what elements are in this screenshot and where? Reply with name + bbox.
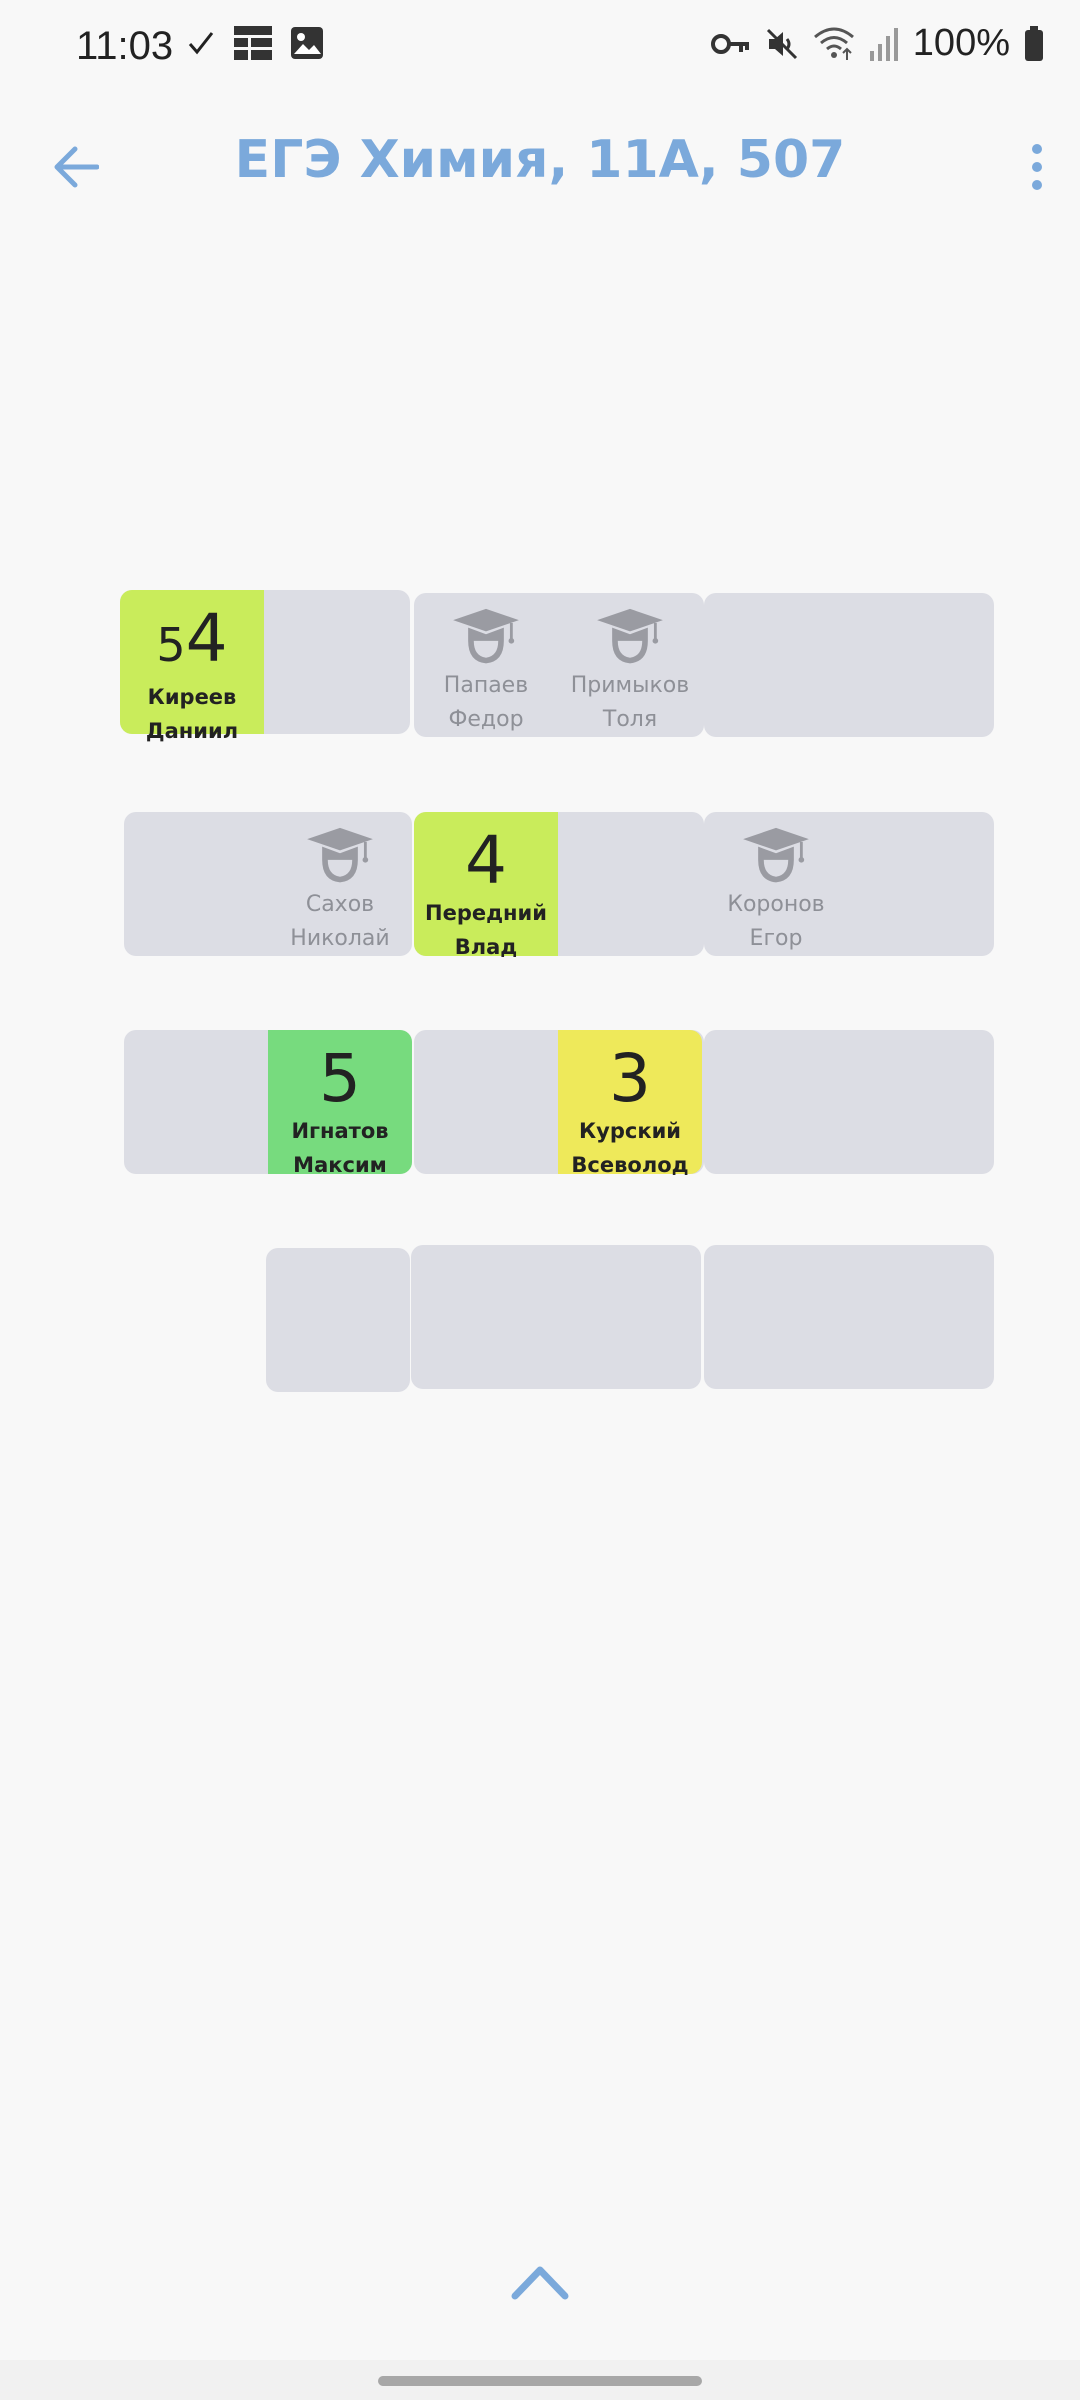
desk[interactable]: 3 Курский Всеволод: [414, 1030, 704, 1177]
empty-seat[interactable]: [704, 593, 848, 737]
status-time: 11:03: [76, 24, 174, 68]
student-cap-icon: [453, 608, 519, 664]
student-first-name: Влад: [454, 935, 518, 959]
student-last-name: Папаев: [443, 673, 529, 698]
student-first-name: Максим: [293, 1153, 387, 1177]
student-first-name: Федор: [448, 707, 524, 732]
grade-value: 54: [156, 600, 228, 677]
grade-value: 3: [609, 1040, 651, 1117]
grid-icon: [234, 26, 272, 60]
desk[interactable]: [266, 1248, 410, 1392]
student-last-name: Сахов: [305, 892, 375, 917]
student-cap-icon: [597, 608, 663, 664]
empty-seat[interactable]: [264, 590, 408, 734]
empty-seat[interactable]: [558, 812, 702, 956]
app-bar: ЕГЭ Химия, 11А, 507: [0, 110, 1080, 222]
empty-seat[interactable]: [124, 1030, 268, 1174]
desk[interactable]: 4 Передний Влад: [414, 812, 704, 959]
desk[interactable]: Сахов Николай: [124, 812, 412, 956]
desk[interactable]: [411, 1245, 701, 1389]
student-cap-icon: [743, 827, 809, 883]
student-first-name: Толя: [602, 707, 658, 732]
desk[interactable]: [704, 1245, 994, 1389]
desk[interactable]: [704, 593, 994, 737]
image-icon: [291, 27, 323, 59]
grade-value: 5: [319, 1040, 361, 1117]
signal-icon: [869, 27, 898, 61]
desk[interactable]: Папаев Федор Примыков Толя: [414, 593, 704, 737]
desk[interactable]: 5 Игнатов Максим: [124, 1030, 412, 1177]
student-seat-absent[interactable]: Примыков Толя: [558, 593, 702, 737]
student-last-name: Игнатов: [291, 1119, 389, 1143]
key-icon: [710, 33, 749, 54]
empty-seat[interactable]: [555, 1245, 699, 1389]
empty-seat[interactable]: [411, 1245, 555, 1389]
desk[interactable]: 54 Киреев Даниил: [120, 590, 410, 743]
student-seat-absent[interactable]: Папаев Федор: [414, 593, 558, 737]
student-seat-absent[interactable]: Сахов Николай: [268, 812, 412, 956]
mute-icon: [766, 28, 797, 59]
student-seat[interactable]: 54 Киреев Даниил: [120, 590, 264, 743]
empty-seat[interactable]: [848, 812, 992, 956]
student-seat[interactable]: 4 Передний Влад: [414, 812, 558, 959]
student-last-name: Передний: [425, 901, 547, 925]
student-last-name: Киреев: [147, 685, 237, 709]
wifi-icon: [813, 27, 854, 60]
desk[interactable]: [704, 1030, 994, 1174]
student-cap-icon: [307, 827, 373, 883]
more-options-button[interactable]: [1012, 132, 1062, 202]
student-first-name: Николай: [290, 926, 390, 951]
student-seat[interactable]: 3 Курский Всеволод: [558, 1030, 702, 1177]
empty-seat[interactable]: [848, 1030, 992, 1174]
student-first-name: Даниил: [145, 719, 239, 743]
check-icon: [188, 32, 214, 55]
battery-icon: [1025, 25, 1043, 61]
status-icons-right: 100%: [710, 22, 1044, 65]
empty-seat[interactable]: [704, 1245, 848, 1389]
home-gesture-handle[interactable]: [378, 2376, 702, 2386]
student-last-name: Курский: [578, 1119, 682, 1143]
student-last-name: Коронов: [727, 892, 825, 917]
battery-percent: 100%: [912, 22, 1010, 64]
empty-seat[interactable]: [266, 1248, 410, 1392]
desk[interactable]: Коронов Егор: [704, 812, 994, 956]
status-bar: 11:03 100%: [0, 0, 1080, 110]
student-seat[interactable]: 5 Игнатов Максим: [268, 1030, 412, 1177]
empty-seat[interactable]: [704, 1030, 848, 1174]
empty-seat[interactable]: [414, 1030, 558, 1174]
chevron-up-icon[interactable]: [511, 2262, 569, 2302]
grade-value: 4: [465, 822, 507, 899]
student-seat-absent[interactable]: Коронов Егор: [704, 812, 848, 956]
system-nav-bar: [0, 2360, 1080, 2400]
more-vert-icon: [1032, 144, 1042, 190]
student-last-name: Примыков: [570, 673, 690, 698]
page-title: ЕГЭ Химия, 11А, 507: [234, 130, 846, 190]
empty-seat[interactable]: [124, 812, 268, 956]
empty-seat[interactable]: [848, 1245, 992, 1389]
student-first-name: Егор: [749, 926, 803, 951]
student-first-name: Всеволод: [571, 1153, 689, 1177]
status-icons-left: [186, 26, 324, 60]
empty-seat[interactable]: [848, 593, 992, 737]
